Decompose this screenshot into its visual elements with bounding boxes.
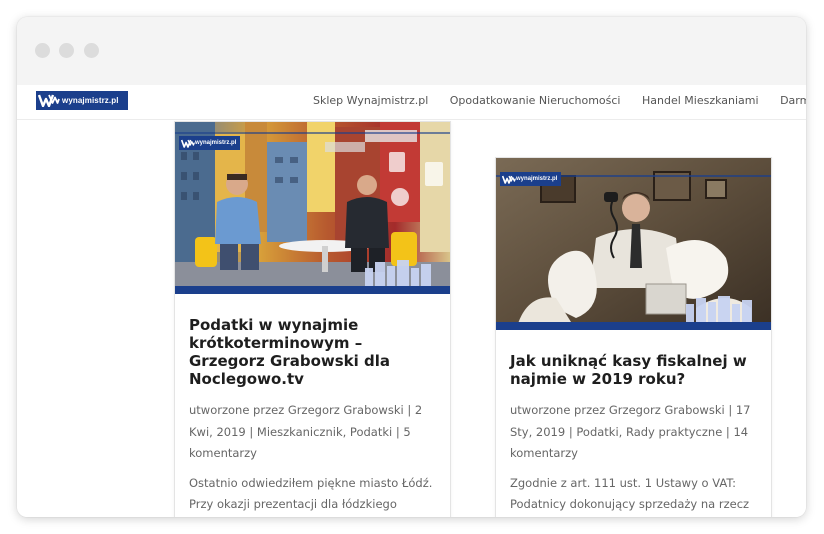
post-excerpt: Ostatnio odwiedziłem piękne miasto Łódź.… — [189, 475, 433, 512]
post-thumbnail[interactable]: wynajmistrz.pl — [175, 122, 450, 294]
nav-item-sklep[interactable]: Sklep Wynajmistrz.pl — [313, 94, 428, 107]
post-title[interactable]: Jak uniknąć kasy fiskalnej w najmie w 20… — [510, 352, 757, 388]
maximize-window-dot[interactable] — [84, 43, 99, 58]
window-titlebar — [17, 17, 806, 85]
logo-text: wynajmistrz.pl — [62, 96, 119, 105]
site-header: wynajmistrz.pl Sklep Wynajmistrz.pl Opod… — [17, 85, 806, 120]
page-viewport: wynajmistrz.pl Sklep Wynajmistrz.pl Opod… — [17, 85, 806, 517]
post-excerpt: Zgodnie z art. 111 ust. 1 Ustawy o VAT: … — [510, 475, 750, 512]
nav-item-darmowe[interactable]: Darmowe m — [780, 94, 806, 107]
post-body: Jak uniknąć kasy fiskalnej w najmie w 20… — [496, 330, 771, 517]
thumbnail-logo-text: wynajmistrz.pl — [516, 176, 558, 182]
post-meta: utworzone przez Grzegorz Grabowski | 2 K… — [189, 403, 423, 460]
post-title[interactable]: Podatki w wynajmie krótkoterminowym – Gr… — [189, 316, 436, 388]
thumbnail-logo: wynajmistrz.pl — [500, 172, 562, 186]
main-nav: Sklep Wynajmistrz.pl Opodatkowanie Nieru… — [313, 94, 806, 107]
close-window-dot[interactable] — [35, 43, 50, 58]
logo-w-icon — [502, 175, 516, 184]
thumbnail-logo: wynajmistrz.pl — [179, 136, 241, 150]
post-card: wynajmistrz.pl Jak uniknąć kasy fiskalne… — [495, 157, 772, 517]
minimize-window-dot[interactable] — [59, 43, 74, 58]
logo-w-icon — [181, 139, 195, 148]
post-thumbnail[interactable]: wynajmistrz.pl — [496, 158, 771, 330]
thumbnail-logo-text: wynajmistrz.pl — [195, 140, 237, 146]
logo-w-icon — [36, 91, 62, 110]
nav-item-opodatkowanie[interactable]: Opodatkowanie Nieruchomości — [450, 94, 621, 107]
site-logo[interactable]: wynajmistrz.pl — [36, 91, 128, 110]
browser-window: wynajmistrz.pl Sklep Wynajmistrz.pl Opod… — [17, 17, 806, 517]
post-body: Podatki w wynajmie krótkoterminowym – Gr… — [175, 294, 450, 517]
post-meta: utworzone przez Grzegorz Grabowski | 17 … — [510, 403, 751, 460]
nav-item-handel[interactable]: Handel Mieszkaniami — [642, 94, 759, 107]
post-card: wynajmistrz.pl Podatki w wynajmie krótko… — [174, 121, 451, 517]
